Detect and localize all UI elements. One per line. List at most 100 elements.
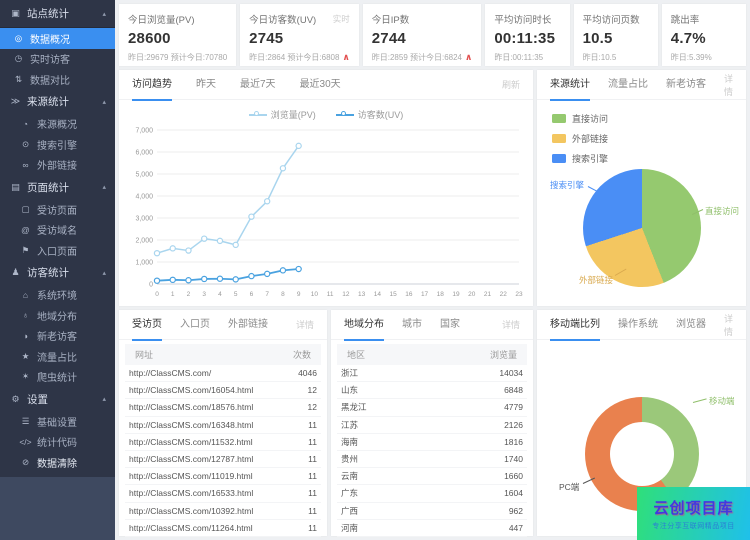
tab[interactable]: 访问趋势: [132, 70, 172, 100]
sidebar-item[interactable]: ⊘数据清除: [0, 452, 115, 473]
tab[interactable]: 昨天: [196, 70, 216, 100]
table-row: 云南1660: [337, 468, 527, 485]
sidebar-item[interactable]: ✶爬虫统计: [0, 367, 115, 388]
svg-text:18: 18: [437, 291, 445, 298]
table-cell: 河南: [341, 522, 358, 534]
svg-text:5: 5: [234, 291, 238, 298]
at-icon: @: [19, 225, 32, 235]
sidebar-section-header[interactable]: ≫来源统计▴: [0, 90, 115, 114]
detail-link[interactable]: 详情: [502, 318, 520, 331]
sidebar-item[interactable]: ☰基础设置: [0, 411, 115, 432]
table-cell: 11: [308, 420, 317, 430]
table-cell: 11: [308, 506, 317, 516]
table-row: http://ClassCMS.com/4046: [125, 365, 321, 382]
tab[interactable]: 最近7天: [240, 70, 276, 100]
sidebar-item[interactable]: ◎数据概况: [0, 28, 115, 49]
tab[interactable]: 操作系统: [618, 310, 658, 340]
sidebar-item[interactable]: ⊙搜索引擎: [0, 134, 115, 155]
tab[interactable]: 流量占比: [608, 70, 648, 100]
tab[interactable]: 最近30天: [300, 70, 341, 100]
table-cell: 962: [509, 506, 523, 516]
stat-card-subtext: 昨日:00:11:35: [494, 52, 543, 63]
sidebar-item[interactable]: ⇅数据对比: [0, 69, 115, 90]
table-cell: 1816: [504, 437, 523, 447]
tab[interactable]: 城市: [402, 310, 422, 340]
svg-text:16: 16: [405, 291, 413, 298]
sidebar-item[interactable]: ▢受访页面: [0, 199, 115, 220]
table-cell: http://ClassCMS.com/10392.html: [129, 506, 253, 516]
sidebar-item[interactable]: ♁地域分布: [0, 305, 115, 326]
location-icon: ♁: [19, 310, 32, 320]
table-cell: 1740: [504, 454, 523, 464]
gear-icon: ⚙: [9, 394, 22, 405]
sidebar-item[interactable]: ◑新老访客: [0, 326, 115, 347]
tab[interactable]: 国家: [440, 310, 460, 340]
detail-link[interactable]: 详情: [724, 72, 733, 98]
table-cell: 江苏: [341, 419, 358, 431]
detail-link[interactable]: 详情: [296, 318, 314, 331]
middle-row: 访问趋势昨天最近7天最近30天刷新 浏览量(PV)访客数(UV) 01,0002…: [119, 70, 746, 306]
table-row: http://ClassCMS.com/12787.html11: [125, 451, 321, 468]
tab[interactable]: 入口页: [180, 310, 210, 340]
sidebar-section-header[interactable]: ▤页面统计▴: [0, 175, 115, 199]
table-cell: 12: [308, 402, 317, 412]
sidebar-item-label: 入口页面: [37, 243, 77, 258]
legend-item[interactable]: 浏览量(PV): [249, 107, 316, 122]
svg-text:4: 4: [218, 291, 222, 298]
sidebar-item[interactable]: ∞外部链接: [0, 155, 115, 176]
tab[interactable]: 新老访客: [666, 70, 706, 100]
pages-tabs: 受访页入口页外部链接 详情: [119, 310, 327, 340]
tab[interactable]: 外部链接: [228, 310, 268, 340]
legend-item[interactable]: 外部链接: [552, 132, 608, 145]
table-cell: 云南: [341, 470, 358, 482]
table-cell: http://ClassCMS.com/16054.html: [129, 385, 253, 395]
tab[interactable]: 来源统计: [550, 70, 590, 100]
stat-card: 今日IP数2744昨日:2859 预计今日:6824∧: [363, 4, 482, 66]
sidebar-item[interactable]: ◷实时访客: [0, 49, 115, 70]
sidebar-item[interactable]: ⚑ 入口页面: [0, 240, 115, 261]
stat-card-value: 28600: [128, 30, 227, 47]
flag-icon: ⚑: [19, 245, 32, 256]
watermark-subtitle: 专注分享互联网精品项目: [652, 521, 735, 531]
svg-text:0: 0: [149, 282, 153, 289]
sidebar-item[interactable]: ⌂系统环境: [0, 285, 115, 306]
main-content: 今日浏览量(PV)28600昨日:29679 预计今日:70780今日访客数(U…: [115, 0, 750, 540]
table-cell: http://ClassCMS.com/12787.html: [129, 454, 253, 464]
table-cell: 11: [308, 437, 317, 447]
sidebar-section-header[interactable]: ▣站点统计▴: [0, 0, 115, 28]
stat-card-value: 00:11:35: [494, 30, 560, 47]
tab[interactable]: 浏览器: [676, 310, 706, 340]
legend-item[interactable]: 直接访问: [552, 112, 608, 125]
column-label: 浏览量: [490, 348, 517, 361]
tab[interactable]: 受访页: [132, 310, 162, 340]
sidebar-item[interactable]: @受访域名: [0, 220, 115, 241]
chevron-up-icon: ▴: [102, 183, 106, 191]
table-header: 地区 浏览量: [337, 344, 527, 365]
table-cell: http://ClassCMS.com/16348.html: [129, 420, 253, 430]
refresh-link[interactable]: 刷新: [502, 78, 520, 91]
stat-card-label: 今日浏览量(PV): [128, 12, 195, 26]
stat-card: 今日访客数(UV)实时2745昨日:2864 预计今日:6808∧: [240, 4, 359, 66]
table-cell: 11: [308, 488, 317, 498]
stat-card: 平均访问页数10.5昨日:10.5: [574, 4, 658, 66]
sidebar-menu: ▣站点统计▴◎数据概况◷实时访客⇅数据对比≫来源统计▴◔来源概况⊙搜索引擎∞外部…: [0, 0, 115, 477]
legend-swatch: [552, 114, 566, 123]
tab[interactable]: 移动端比列: [550, 310, 600, 340]
legend-label: 访客数(UV): [358, 108, 404, 121]
tab[interactable]: 地域分布: [344, 310, 384, 340]
visitor-icon: ♟: [9, 267, 22, 278]
sidebar-item-label: 实时访客: [30, 51, 70, 66]
sidebar-item[interactable]: </>统计代码: [0, 432, 115, 453]
legend-item[interactable]: 搜索引擎: [552, 152, 608, 165]
source-tabs: 来源统计流量占比新老访客详情: [537, 70, 746, 100]
legend-item[interactable]: 访客数(UV): [336, 107, 404, 122]
sidebar-item[interactable]: ★流量占比: [0, 346, 115, 367]
sidebar-section-header[interactable]: ♟访客统计▴: [0, 261, 115, 285]
table-row: 黑龙江4779: [337, 399, 527, 416]
sidebar-section-header[interactable]: ⚙设置▴: [0, 387, 115, 411]
sidebar-item[interactable]: ◔来源概况: [0, 114, 115, 135]
svg-text:8: 8: [281, 291, 285, 298]
realtime-badge: 实时: [333, 13, 350, 25]
sidebar-section-label: 访客统计: [27, 265, 69, 280]
detail-link[interactable]: 详情: [724, 312, 733, 338]
